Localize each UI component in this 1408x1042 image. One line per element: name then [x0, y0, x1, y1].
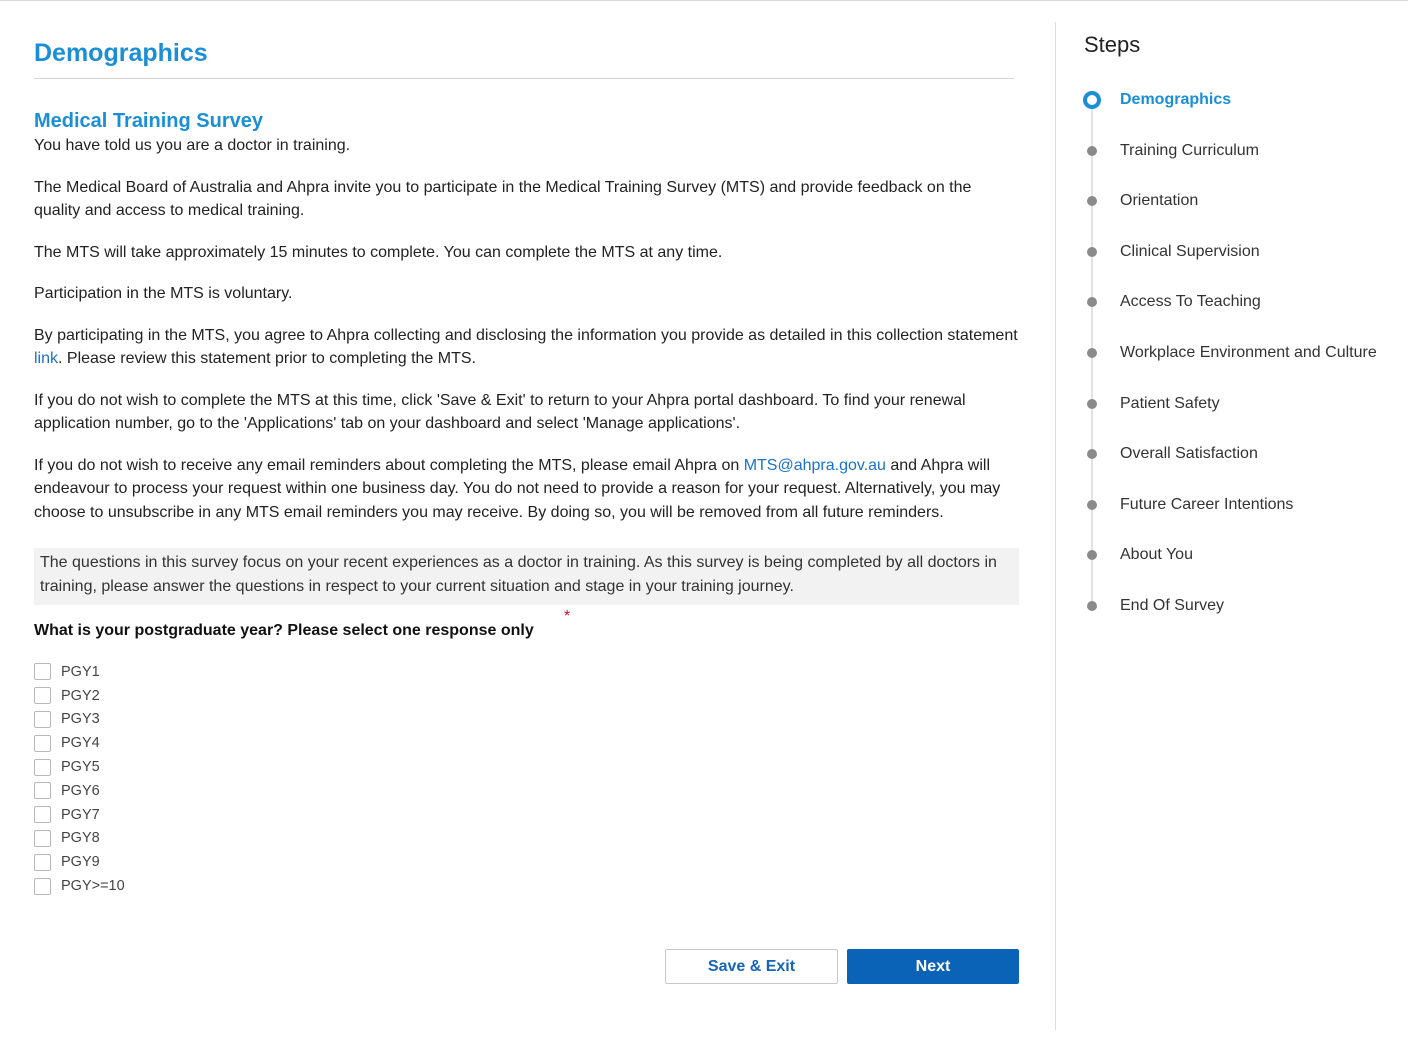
step-clinical-supervision[interactable]: Clinical Supervision: [1084, 239, 1404, 290]
intro-paragraph-5-text-end: . Please review this statement prior to …: [58, 350, 476, 367]
step-future-career[interactable]: Future Career Intentions: [1084, 492, 1404, 543]
survey-notice: The questions in this survey focus on yo…: [34, 548, 1019, 605]
checkbox[interactable]: [34, 710, 51, 728]
page-title: Demographics: [34, 39, 1014, 79]
step-training-curriculum[interactable]: Training Curriculum: [1084, 138, 1404, 189]
main-content: Demographics Medical Training Survey You…: [34, 20, 1020, 898]
step-orientation[interactable]: Orientation: [1084, 188, 1404, 239]
step-workplace-environment[interactable]: Workplace Environment and Culture: [1084, 340, 1404, 391]
step-label: Clinical Supervision: [1120, 242, 1260, 260]
intro-paragraph-3: The MTS will take approximately 15 minut…: [34, 243, 723, 261]
collection-statement-link[interactable]: link: [34, 350, 58, 367]
option-pgy8[interactable]: PGY8: [34, 827, 1020, 851]
checkbox[interactable]: [34, 829, 51, 847]
step-dot-icon: [1087, 196, 1097, 207]
step-label: Access To Teaching: [1120, 293, 1261, 311]
step-current-icon: [1083, 91, 1101, 109]
step-label: Workplace Environment and Culture: [1120, 343, 1377, 361]
option-pgy9[interactable]: PGY9: [34, 850, 1020, 874]
step-dot-icon: [1087, 600, 1097, 611]
intro-paragraph-7-text: If you do not wish to receive any email …: [34, 456, 744, 474]
step-end-of-survey[interactable]: End Of Survey: [1084, 593, 1404, 644]
intro-paragraph-6: If you do not wish to complete the MTS a…: [34, 391, 966, 433]
step-overall-satisfaction[interactable]: Overall Satisfaction: [1084, 441, 1404, 492]
checkbox[interactable]: [34, 734, 51, 752]
step-demographics[interactable]: Demographics: [1083, 87, 1404, 138]
option-pgy3[interactable]: PGY3: [34, 708, 1020, 732]
step-dot-icon: [1087, 499, 1097, 510]
step-label: Training Curriculum: [1120, 141, 1259, 159]
required-marker: *: [564, 608, 571, 625]
section-title: Medical Training Survey: [34, 110, 263, 132]
steps-title: Steps: [1084, 32, 1141, 57]
option-label: PGY7: [61, 806, 100, 823]
step-label: Demographics: [1120, 91, 1232, 108]
option-label: PGY5: [61, 759, 100, 776]
window-top-border: [0, 0, 1408, 4]
intro-paragraph-5: By participating in the MTS, you agree t…: [34, 324, 1020, 371]
option-pgy1[interactable]: PGY1: [34, 660, 1020, 684]
checkbox[interactable]: [34, 663, 51, 681]
option-label: PGY>=10: [61, 878, 125, 895]
step-patient-safety[interactable]: Patient Safety: [1084, 391, 1404, 442]
option-label: PGY1: [61, 663, 100, 680]
option-pgy7[interactable]: PGY7: [34, 803, 1020, 827]
option-label: PGY9: [61, 854, 100, 871]
step-dot-icon: [1087, 246, 1097, 257]
question-label: What is your postgraduate year? Please s…: [34, 622, 534, 639]
step-label: Future Career Intentions: [1120, 495, 1294, 513]
step-dot-icon: [1087, 145, 1097, 156]
email-link[interactable]: MTS@ahpra.gov.au: [744, 457, 886, 474]
checkbox[interactable]: [34, 782, 51, 800]
option-label: PGY6: [61, 782, 100, 799]
intro-paragraph-7: If you do not wish to receive any email …: [34, 454, 1020, 525]
option-label: PGY4: [61, 735, 100, 752]
checkbox[interactable]: [34, 877, 51, 895]
intro-paragraph-5-text: By participating in the MTS, you agree t…: [34, 326, 1018, 344]
steps-sidebar: Steps Demographics Training Curriculum O…: [1083, 30, 1404, 644]
step-label: Overall Satisfaction: [1120, 445, 1258, 463]
intro-paragraph-4: Participation in the MTS is voluntary.: [34, 285, 293, 302]
step-label: Patient Safety: [1120, 394, 1220, 412]
step-about-you[interactable]: About You: [1084, 542, 1404, 593]
step-dot-icon: [1087, 449, 1097, 460]
checkbox[interactable]: [34, 806, 51, 824]
question-postgraduate-year: What is your postgraduate year? Please s…: [34, 608, 1020, 643]
step-label: About You: [1120, 546, 1193, 564]
sidebar-divider: [1055, 22, 1056, 1030]
options-list: PGY1 PGY2 PGY3 PGY4 PGY5 PGY6 PGY7 PGY8 …: [34, 660, 1020, 898]
save-exit-button[interactable]: Save & Exit: [665, 949, 838, 984]
step-dot-icon: [1087, 297, 1097, 308]
checkbox[interactable]: [34, 853, 51, 871]
option-pgy6[interactable]: PGY6: [34, 779, 1020, 803]
step-label: Orientation: [1120, 192, 1199, 210]
step-list: Demographics Training Curriculum Orienta…: [1083, 87, 1404, 644]
intro-paragraph-2: The Medical Board of Australia and Ahpra…: [34, 178, 972, 220]
option-pgy2[interactable]: PGY2: [34, 684, 1020, 708]
step-dot-icon: [1087, 550, 1097, 561]
step-dot-icon: [1087, 347, 1097, 358]
step-dot-icon: [1087, 398, 1097, 409]
option-pgy5[interactable]: PGY5: [34, 755, 1020, 779]
next-button[interactable]: Next: [847, 949, 1019, 984]
intro-paragraph-1: You have told us you are a doctor in tra…: [34, 137, 351, 154]
option-pgy10-plus[interactable]: PGY>=10: [34, 874, 1020, 898]
checkbox[interactable]: [34, 758, 51, 776]
option-pgy4[interactable]: PGY4: [34, 731, 1020, 755]
form-actions: Save & Exit Next: [665, 949, 1019, 984]
option-label: PGY2: [61, 687, 100, 704]
step-label: End Of Survey: [1120, 596, 1225, 614]
option-label: PGY8: [61, 830, 100, 847]
checkbox[interactable]: [34, 687, 51, 705]
step-access-to-teaching[interactable]: Access To Teaching: [1084, 289, 1404, 340]
option-label: PGY3: [61, 711, 100, 728]
